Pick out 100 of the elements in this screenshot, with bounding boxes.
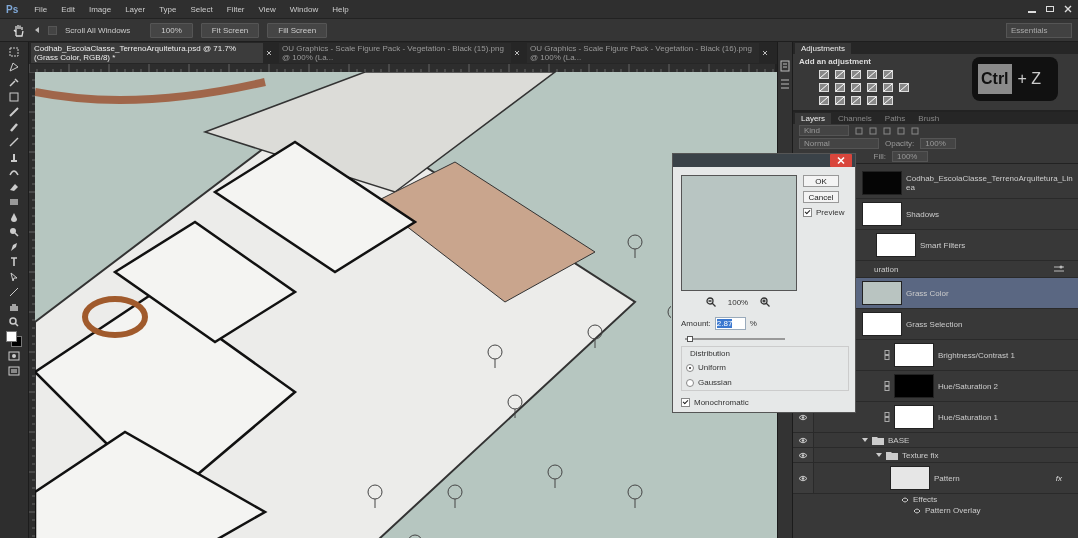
eye-icon[interactable]: [798, 413, 808, 421]
layer-name: Brightness/Contrast 1: [938, 350, 1016, 360]
filter-kind-dropdown[interactable]: Kind: [799, 125, 849, 136]
zoom-in-icon[interactable]: [760, 297, 771, 307]
adjustment-icon[interactable]: [851, 96, 861, 105]
layer-thumbnail[interactable]: [862, 312, 902, 336]
radio-button[interactable]: [686, 363, 694, 372]
layer-row[interactable]: Hue/Saturation 1: [793, 402, 1078, 433]
layer-thumbnail[interactable]: [890, 466, 930, 490]
adjustment-icon[interactable]: [883, 70, 893, 79]
layer-thumbnail[interactable]: [876, 233, 916, 257]
close-icon[interactable]: [1062, 4, 1074, 14]
color-swatches-icon[interactable]: [6, 331, 22, 347]
layer-thumbnail[interactable]: [862, 281, 902, 305]
cancel-button[interactable]: Cancel: [803, 191, 839, 203]
layer-row[interactable]: BASE: [793, 433, 1078, 448]
effects-label: fx: [1055, 473, 1062, 483]
opacity-label: Opacity:: [885, 139, 915, 148]
properties-icon[interactable]: [780, 78, 790, 90]
menu-item[interactable]: Filter: [226, 4, 245, 14]
radio-label: Gaussian: [698, 378, 732, 387]
opacity-field[interactable]: 100%: [920, 138, 957, 149]
layer-name: Grass Color: [906, 288, 950, 298]
adjustment-icon[interactable]: [851, 83, 861, 92]
screen-mode-icon[interactable]: [8, 365, 20, 377]
layer-row[interactable]: Pattern fx: [793, 463, 1078, 494]
filter-options-icon[interactable]: [1054, 265, 1064, 273]
layer-thumbnail[interactable]: [862, 202, 902, 226]
eye-icon[interactable]: [798, 474, 808, 482]
adjustment-icon[interactable]: [883, 83, 893, 92]
expanded-caret-icon[interactable]: [862, 437, 868, 443]
panel-tab[interactable]: Paths: [878, 113, 912, 124]
adjustment-icon[interactable]: [899, 83, 909, 92]
adjustment-icon[interactable]: [835, 83, 845, 92]
fill-field[interactable]: 100%: [892, 151, 928, 162]
scroll-all-checkbox[interactable]: [48, 25, 57, 35]
layer-thumbnail[interactable]: [894, 374, 934, 398]
panel-tab[interactable]: Brush: [912, 113, 946, 124]
layer-name: Texture fix: [902, 450, 940, 460]
quick-mask-icon[interactable]: [8, 350, 20, 362]
adjustment-icon[interactable]: [883, 96, 893, 105]
monochromatic-label: Monochromatic: [694, 398, 749, 407]
close-icon[interactable]: [762, 50, 768, 56]
eye-icon[interactable]: [798, 451, 808, 459]
menu-item[interactable]: Layer: [125, 4, 146, 14]
adjustment-icon[interactable]: [867, 96, 877, 105]
zoom-button[interactable]: Fit Screen: [200, 22, 260, 38]
ok-button[interactable]: OK: [803, 175, 839, 187]
adjustment-icon[interactable]: [867, 83, 877, 92]
adjustment-icon[interactable]: [819, 96, 829, 105]
amount-label: Amount:: [681, 319, 711, 328]
layer-thumbnail[interactable]: [894, 343, 934, 367]
adjustment-icon[interactable]: [867, 70, 877, 79]
blend-mode-dropdown[interactable]: Normal: [799, 138, 879, 149]
menu-item[interactable]: Type: [159, 4, 177, 14]
close-icon[interactable]: [514, 50, 520, 56]
menu-item[interactable]: File: [34, 4, 48, 14]
preview-checkbox[interactable]: [803, 208, 812, 217]
radio-button[interactable]: [686, 378, 694, 387]
effect-name: Effects: [913, 495, 939, 504]
layer-name: uration: [874, 264, 900, 274]
caret-icon[interactable]: [34, 26, 40, 34]
adjustment-icon[interactable]: [835, 70, 845, 79]
eye-icon[interactable]: [798, 436, 808, 444]
menu-item[interactable]: Help: [332, 4, 349, 14]
preview-label: Preview: [816, 208, 845, 217]
close-icon[interactable]: [266, 50, 272, 56]
adjustments-tab[interactable]: Adjustments: [795, 43, 852, 54]
document-tab[interactable]: OU Graphics - Scale Figure Pack - Vegetation - Black (15).png @ 100% (La...: [279, 43, 511, 63]
layer-thumbnail[interactable]: [894, 405, 934, 429]
menu-item[interactable]: Window: [289, 4, 319, 14]
maximize-icon[interactable]: [1044, 4, 1056, 14]
zoom-button[interactable]: 100%: [150, 22, 193, 38]
layer-name: Shadows: [906, 209, 940, 219]
expanded-caret-icon[interactable]: [876, 452, 882, 458]
menu-item[interactable]: Image: [88, 4, 112, 14]
document-tab[interactable]: OU Graphics - Scale Figure Pack - Vegetation - Black (16).png @ 100% (La...: [527, 43, 759, 63]
zoom-out-icon[interactable]: [705, 297, 716, 307]
panel-tab[interactable]: Channels: [832, 113, 878, 124]
layer-thumbnail[interactable]: [862, 171, 902, 195]
workspace-dropdown[interactable]: Essentials: [1006, 22, 1072, 38]
adjustment-icon[interactable]: [819, 83, 829, 92]
zoom-button[interactable]: Fill Screen: [267, 22, 328, 38]
menu-item[interactable]: Edit: [61, 4, 75, 14]
layer-row[interactable]: Texture fix: [793, 448, 1078, 463]
monochromatic-checkbox[interactable]: [681, 398, 690, 407]
close-button[interactable]: [830, 154, 852, 167]
adjustment-icon[interactable]: [851, 70, 861, 79]
layer-name: Codhab_EscolaClasse_TerrenoArquitetura_Linea: [906, 174, 1074, 192]
menu-item[interactable]: View: [258, 4, 276, 14]
menu-item[interactable]: Select: [190, 4, 213, 14]
adjustment-icon[interactable]: [819, 70, 829, 79]
amount-field[interactable]: 2.87: [714, 317, 746, 330]
link-icon: [884, 412, 890, 422]
adjustment-icon[interactable]: [835, 96, 845, 105]
slider-thumb[interactable]: [687, 336, 693, 342]
history-icon[interactable]: [780, 60, 790, 72]
hand-icon[interactable]: [12, 23, 26, 37]
panel-tab[interactable]: Layers: [795, 113, 831, 124]
document-tab[interactable]: Codhab_EscolaClasse_TerrenoArquitetura.psd @ 71.7% (Grass Color, RGB/8) *: [31, 43, 263, 63]
